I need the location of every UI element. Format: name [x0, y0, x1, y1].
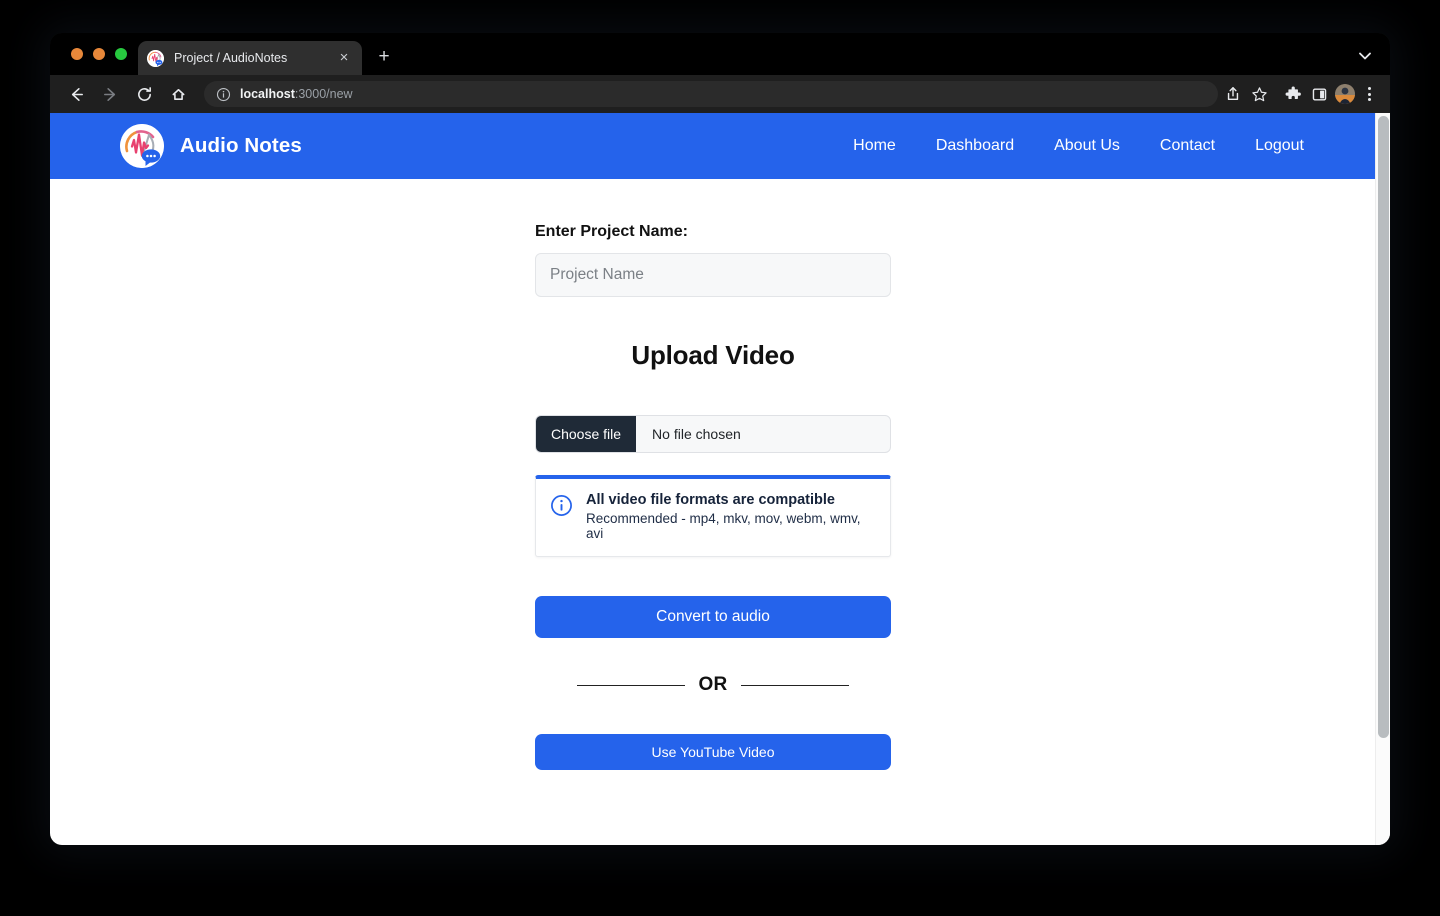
brand-name: Audio Notes [180, 134, 302, 157]
back-icon[interactable] [62, 80, 90, 108]
upload-video-heading: Upload Video [631, 340, 795, 370]
alert-text: All video file formats are compatible Re… [586, 492, 876, 541]
browser-tab[interactable]: Project / AudioNotes × [138, 41, 362, 75]
nav-link-contact[interactable]: Contact [1160, 137, 1215, 155]
file-name-label: No file chosen [652, 426, 741, 442]
address-bar[interactable]: localhost:3000/new [204, 81, 1218, 107]
new-tab-button[interactable]: + [372, 46, 396, 70]
url-text: localhost:3000/new [240, 87, 353, 101]
app-navbar: Audio Notes Home Dashboard About Us Cont… [50, 113, 1390, 179]
window-controls [71, 48, 127, 60]
profile-avatar[interactable] [1332, 81, 1358, 107]
divider-rule-left [576, 684, 685, 686]
or-divider: OR [535, 674, 891, 696]
extensions-puzzle-icon[interactable] [1280, 81, 1306, 107]
alert-subtitle: Recommended - mp4, mkv, mov, webm, wmv, … [586, 511, 861, 541]
project-name-input[interactable] [535, 253, 891, 297]
nav-link-about-us[interactable]: About Us [1054, 137, 1120, 155]
home-icon[interactable] [164, 80, 192, 108]
or-label: OR [698, 674, 728, 695]
tab-title: Project / AudioNotes [174, 51, 288, 65]
forward-icon[interactable] [96, 80, 124, 108]
url-path: :3000/new [294, 87, 353, 101]
audionotes-logo-icon [120, 124, 164, 168]
window-minimize-button[interactable] [93, 48, 105, 60]
divider-rule-right [741, 684, 850, 686]
nav-link-home[interactable]: Home [853, 137, 896, 155]
choose-file-button[interactable]: Choose file [536, 416, 637, 452]
tab-strip: Project / AudioNotes × + [50, 33, 1390, 75]
convert-to-audio-button[interactable]: Convert to audio [535, 596, 891, 638]
new-project-form: Enter Project Name: Upload Video Choose … [535, 223, 891, 770]
window-close-button[interactable] [71, 48, 83, 60]
alert-title: All video file formats are compatible [586, 492, 835, 508]
nav-link-dashboard[interactable]: Dashboard [936, 137, 1014, 155]
share-icon[interactable] [1220, 81, 1246, 107]
window-zoom-button[interactable] [115, 48, 127, 60]
side-panel-icon[interactable] [1306, 81, 1332, 107]
page-content: Enter Project Name: Upload Video Choose … [50, 179, 1390, 770]
brand[interactable]: Audio Notes [120, 124, 302, 168]
site-info-icon[interactable] [216, 87, 231, 102]
use-youtube-video-button[interactable]: Use YouTube Video [535, 734, 891, 770]
app-nav-links: Home Dashboard About Us Contact Logout [853, 137, 1360, 155]
browser-toolbar: localhost:3000/new [50, 75, 1390, 113]
browser-window: Project / AudioNotes × + localhost:3000/… [50, 33, 1390, 845]
url-host: localhost [240, 87, 295, 101]
chevron-down-icon[interactable] [1354, 45, 1376, 67]
page-viewport: Audio Notes Home Dashboard About Us Cont… [50, 113, 1390, 845]
nav-link-logout[interactable]: Logout [1255, 137, 1304, 155]
reload-icon[interactable] [130, 80, 158, 108]
omnibox-actions [1220, 81, 1272, 107]
tab-close-icon[interactable]: × [335, 49, 353, 67]
file-picker[interactable]: Choose file No file chosen [535, 415, 891, 453]
project-name-label: Enter Project Name: [535, 223, 688, 240]
info-circle-icon [550, 494, 573, 517]
three-dot-menu-icon[interactable] [1358, 81, 1380, 107]
scrollbar-thumb[interactable] [1378, 116, 1389, 738]
format-info-alert: All video file formats are compatible Re… [535, 475, 891, 557]
page-scrollbar[interactable] [1375, 113, 1390, 845]
bookmark-star-icon[interactable] [1246, 81, 1272, 107]
audionotes-favicon-icon [147, 49, 164, 67]
